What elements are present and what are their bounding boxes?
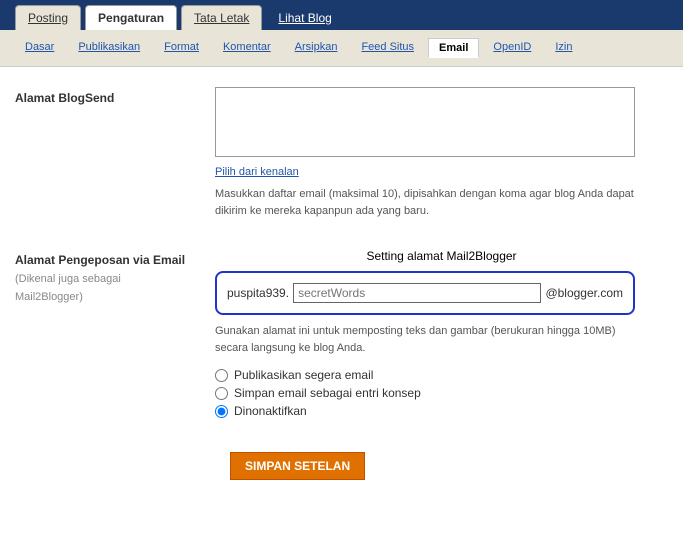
- content-area: Alamat BlogSend Pilih dari kenalan Masuk…: [0, 67, 683, 500]
- mail2blogger-options: Publikasikan segera email Simpan email s…: [215, 368, 668, 418]
- pick-contacts-link[interactable]: Pilih dari kenalan: [215, 166, 299, 178]
- blogsend-section: Alamat BlogSend Pilih dari kenalan Masuk…: [15, 87, 668, 219]
- option-disabled-label: Dinonaktifkan: [234, 404, 307, 418]
- subtab-openid[interactable]: OpenID: [483, 38, 541, 58]
- tab-posting[interactable]: Posting: [15, 5, 81, 30]
- option-publish-label: Publikasikan segera email: [234, 368, 373, 382]
- tab-tataletak[interactable]: Tata Letak: [181, 5, 262, 30]
- subtab-email[interactable]: Email: [428, 38, 479, 58]
- blogsend-label: Alamat BlogSend: [15, 87, 215, 219]
- email-suffix: @blogger.com: [545, 286, 623, 300]
- email-prefix: puspita939.: [227, 286, 289, 300]
- mail2blogger-callout: Setting alamat Mail2Blogger: [215, 249, 668, 263]
- subtab-feedsitus[interactable]: Feed Situs: [351, 38, 424, 58]
- mail2blogger-sublabel2: Mail2Blogger): [15, 291, 215, 303]
- radio-publish[interactable]: [215, 369, 228, 382]
- mail2blogger-help: Gunakan alamat ini untuk memposting teks…: [215, 323, 635, 356]
- blogsend-textarea[interactable]: [215, 87, 635, 157]
- subtab-publikasikan[interactable]: Publikasikan: [68, 38, 150, 58]
- blogsend-help: Masukkan daftar email (maksimal 10), dip…: [215, 186, 635, 219]
- secret-word-input[interactable]: [293, 283, 541, 303]
- subtab-komentar[interactable]: Komentar: [213, 38, 281, 58]
- mail2blogger-box: puspita939. @blogger.com: [215, 271, 635, 315]
- tab-lihatblog[interactable]: Lihat Blog: [266, 6, 343, 30]
- main-tabs: Posting Pengaturan Tata Letak Lihat Blog: [0, 0, 683, 30]
- mail2blogger-sublabel1: (Dikenal juga sebagai: [15, 273, 215, 285]
- subtab-izin[interactable]: Izin: [545, 38, 582, 58]
- save-button[interactable]: SIMPAN SETELAN: [230, 452, 365, 480]
- subtab-dasar[interactable]: Dasar: [15, 38, 64, 58]
- option-disabled[interactable]: Dinonaktifkan: [215, 404, 668, 418]
- option-draft[interactable]: Simpan email sebagai entri konsep: [215, 386, 668, 400]
- option-draft-label: Simpan email sebagai entri konsep: [234, 386, 421, 400]
- tab-pengaturan[interactable]: Pengaturan: [85, 5, 177, 30]
- mail2blogger-label: Alamat Pengeposan via Email: [15, 253, 215, 267]
- radio-draft[interactable]: [215, 387, 228, 400]
- sub-tabs: Dasar Publikasikan Format Komentar Arsip…: [0, 30, 683, 67]
- mail2blogger-section: Alamat Pengeposan via Email (Dikenal jug…: [15, 249, 668, 422]
- option-publish[interactable]: Publikasikan segera email: [215, 368, 668, 382]
- radio-disabled[interactable]: [215, 405, 228, 418]
- subtab-arsipkan[interactable]: Arsipkan: [285, 38, 348, 58]
- subtab-format[interactable]: Format: [154, 38, 209, 58]
